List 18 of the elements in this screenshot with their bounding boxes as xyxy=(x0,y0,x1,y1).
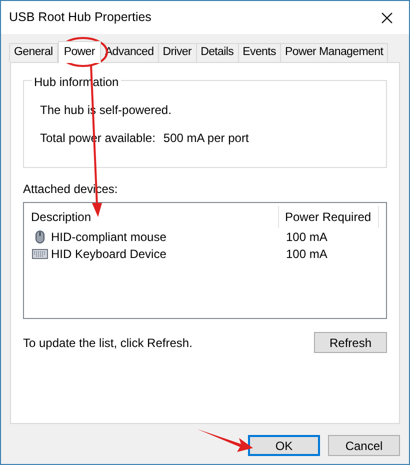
close-icon xyxy=(381,12,393,24)
refresh-button[interactable]: Refresh xyxy=(314,332,387,353)
tab[interactable]: Power xyxy=(58,41,101,63)
ok-button[interactable]: OK xyxy=(248,435,320,456)
tab[interactable]: Power Management xyxy=(280,43,388,62)
hint-text: To update the list, click Refresh. xyxy=(23,335,192,352)
keyboard-icon xyxy=(32,248,48,258)
power-value: 100 mA xyxy=(285,228,328,246)
device-name[interactable]: HID-compliant mouse xyxy=(51,228,166,246)
total-power-value: 500 mA per port xyxy=(163,130,249,147)
cancel-button[interactable]: Cancel xyxy=(328,435,400,456)
window-title: USB Root Hub Properties xyxy=(9,9,152,26)
tab[interactable]: General xyxy=(9,43,58,62)
column-header[interactable]: Power Required xyxy=(279,206,379,228)
device-name[interactable]: HID Keyboard Device xyxy=(51,244,166,262)
arrow-drawing xyxy=(197,428,253,454)
power-value: 100 mA xyxy=(285,246,328,262)
mouse-icon xyxy=(35,230,45,244)
